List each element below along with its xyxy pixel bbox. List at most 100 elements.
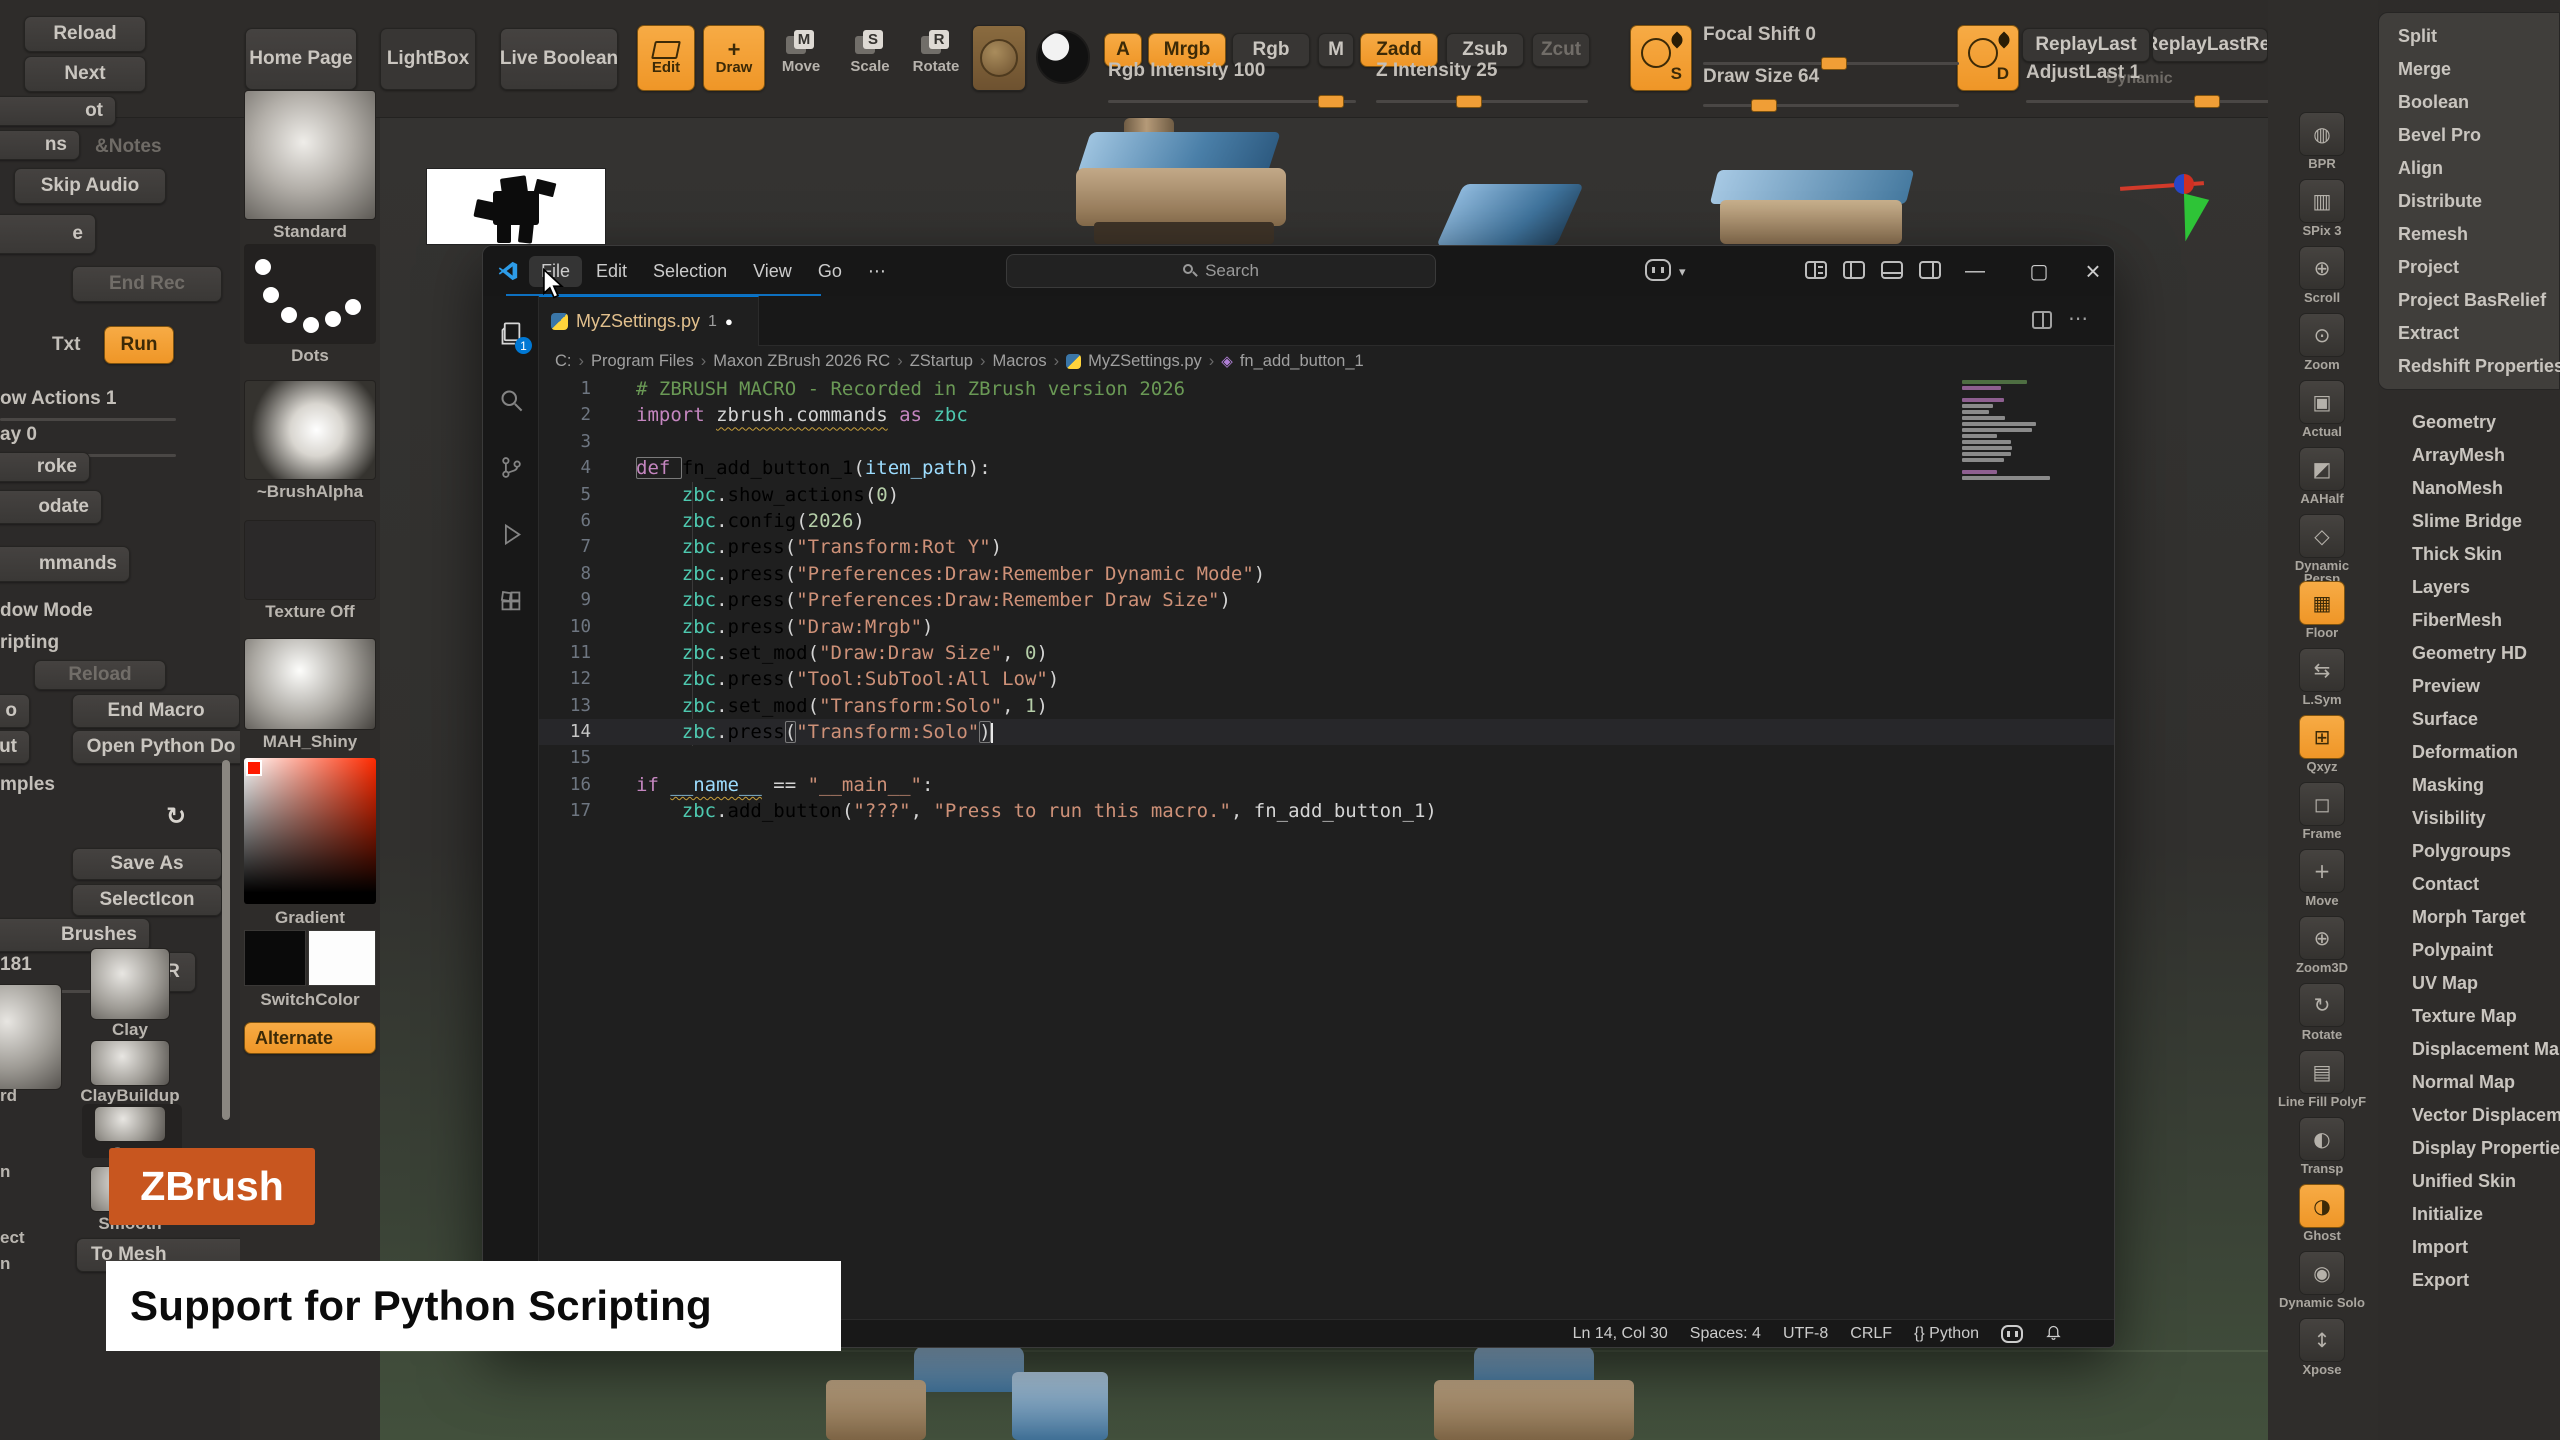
menu-item-bevel-pro[interactable]: Bevel Pro [2398, 125, 2481, 146]
brush-thumb-claybuildup[interactable] [90, 1040, 170, 1086]
shelf-zoom[interactable]: ⊙Zoom [2276, 313, 2368, 371]
close-button[interactable]: × [2071, 246, 2115, 296]
menu-go[interactable]: Go [806, 256, 854, 287]
left-button-skip-audio[interactable]: Skip Audio [14, 168, 166, 204]
brush-thumb-partial[interactable] [0, 984, 62, 1090]
left-button-save-as[interactable]: Save As [72, 848, 222, 880]
toggle-sidebar-icon[interactable] [1843, 261, 1865, 279]
left-button-roke[interactable]: roke [0, 452, 90, 482]
menu-edit[interactable]: Edit [584, 256, 639, 287]
status-crlf[interactable]: CRLF [1850, 1325, 1892, 1343]
rgb-intensity-slider-handle[interactable] [1318, 95, 1344, 108]
menu-item-project-basrelief[interactable]: Project BasRelief [2398, 290, 2546, 311]
color-picker-marker[interactable] [246, 760, 262, 776]
shelf-transp[interactable]: ◐Transp [2276, 1117, 2368, 1175]
left-button-e[interactable]: e [0, 214, 96, 254]
menu-item-displacement-map[interactable]: Displacement Map [2412, 1039, 2560, 1060]
replay-last-rel-button[interactable]: ReplayLastRel [2152, 28, 2268, 62]
toggle-panel-icon[interactable] [1881, 261, 1903, 279]
left-button-run[interactable]: Run [104, 326, 174, 364]
z-intensity-slider[interactable] [1376, 100, 1588, 103]
menu-item-normal-map[interactable]: Normal Map [2412, 1072, 2515, 1093]
live-boolean-button[interactable]: Live Boolean [500, 28, 618, 90]
m-toggle-button[interactable]: M [1318, 33, 1354, 67]
robot-thumbnail[interactable] [426, 168, 606, 245]
menu-item-slime-bridge[interactable]: Slime Bridge [2412, 511, 2522, 532]
adjust-last-slider-handle[interactable] [2194, 95, 2220, 108]
menu-item-import[interactable]: Import [2412, 1237, 2468, 1258]
left-button-reload[interactable]: Reload [24, 16, 146, 52]
breadcrumb-item[interactable]: ZStartup [910, 352, 973, 371]
editor-actions-more-icon[interactable]: ⋯ [2068, 306, 2088, 331]
search-box[interactable]: Search [1006, 254, 1436, 288]
replay-last-button[interactable]: ReplayLast [2022, 28, 2150, 62]
code-line-15[interactable]: 15 [539, 745, 2114, 771]
menu-item-boolean[interactable]: Boolean [2398, 92, 2469, 113]
menu-item-unified-skin[interactable]: Unified Skin [2412, 1171, 2516, 1192]
menu-item-remesh[interactable]: Remesh [2398, 224, 2468, 245]
shelf-bpr[interactable]: ◍BPR [2276, 112, 2368, 170]
menu-item-distribute[interactable]: Distribute [2398, 191, 2482, 212]
rotate-mode-button[interactable]: RRotate [908, 30, 964, 75]
code-line-7[interactable]: 7 zbc.press("Transform:Rot Y") [539, 534, 2114, 560]
run-debug-icon[interactable] [492, 515, 530, 553]
code-line-16[interactable]: 16if __name__ == "__main__": [539, 772, 2114, 798]
switch-color-white[interactable] [308, 930, 376, 986]
menu-item-geometry[interactable]: Geometry [2412, 412, 2496, 433]
code-line-14[interactable]: 14 zbc.press("Transform:Solo") [539, 719, 2114, 745]
menu-item-initialize[interactable]: Initialize [2412, 1204, 2483, 1225]
code-line-5[interactable]: 5 zbc.show_actions(0) [539, 482, 2114, 508]
menu-item-align[interactable]: Align [2398, 158, 2443, 179]
shelf-dynamic-persp[interactable]: ◇Dynamic Persp [2276, 514, 2368, 585]
focal-shift-slider-handle[interactable] [1821, 57, 1847, 70]
left-button-ns[interactable]: ns [0, 130, 80, 160]
breadcrumb-item[interactable]: Macros [992, 352, 1046, 371]
menu-item-visibility[interactable]: Visibility [2412, 808, 2486, 829]
brush-thumb-blob[interactable] [244, 380, 376, 480]
status-ln-14-col-30[interactable]: Ln 14, Col 30 [1573, 1325, 1668, 1343]
brush-thumb-off[interactable] [244, 520, 376, 600]
shelf-frame[interactable]: ◻Frame [2276, 782, 2368, 840]
left-button-reload[interactable]: Reload [34, 660, 166, 690]
maximize-button[interactable]: ▢ [2017, 246, 2061, 296]
tab-myzsettings[interactable]: MyZSettings.py 1 ● [539, 296, 759, 346]
shelf-zoom3d[interactable]: ⊕Zoom3D [2276, 916, 2368, 974]
menu-item-fibermesh[interactable]: FiberMesh [2412, 610, 2502, 631]
left-button-odate[interactable]: odate [0, 490, 102, 524]
source-control-icon[interactable] [492, 448, 530, 486]
customize-layout-icon[interactable] [1805, 261, 1827, 279]
alternate-button[interactable]: Alternate [244, 1022, 376, 1054]
left-button-selecticon[interactable]: SelectIcon [72, 884, 222, 916]
code-line-8[interactable]: 8 zbc.press("Preferences:Draw:Remember D… [539, 561, 2114, 587]
brush-thumb-swirl[interactable] [244, 90, 376, 220]
brush-thumb-shiny[interactable] [244, 638, 376, 730]
tab-dirty-dot[interactable]: ● [725, 314, 733, 329]
code-line-10[interactable]: 10 zbc.press("Draw:Mrgb") [539, 614, 2114, 640]
shelf-floor[interactable]: ▦Floor [2276, 581, 2368, 639]
code-line-13[interactable]: 13 zbc.set_mod("Transform:Solo", 1) [539, 693, 2114, 719]
stroke-settings-d-button[interactable]: D [1957, 25, 2019, 91]
extensions-icon[interactable] [492, 582, 530, 620]
shelf-rotate[interactable]: ↻Rotate [2276, 983, 2368, 1041]
code-line-12[interactable]: 12 zbc.press("Tool:SubTool:All Low") [539, 666, 2114, 692]
stroke-settings-s-button[interactable]: S [1630, 25, 1692, 91]
left-button-end-rec[interactable]: End Rec [72, 266, 222, 302]
shelf-actual[interactable]: ▣Actual [2276, 380, 2368, 438]
menu-item-extract[interactable]: Extract [2398, 323, 2459, 344]
breadcrumb-item[interactable]: Program Files [591, 352, 694, 371]
breadcrumb[interactable]: C:›Program Files›Maxon ZBrush 2026 RC›ZS… [539, 346, 2114, 376]
menu-item-project[interactable]: Project [2398, 257, 2459, 278]
breadcrumb-item[interactable]: MyZSettings.py [1088, 352, 1202, 371]
code-line-2[interactable]: 2import zbrush.commands as zbc [539, 402, 2114, 428]
left-slider-ay-0[interactable]: ay 0 [0, 424, 37, 446]
search-sidebar-icon[interactable] [492, 381, 530, 419]
zcut-button[interactable]: Zcut [1532, 33, 1590, 67]
status-spaces-4[interactable]: Spaces: 4 [1690, 1325, 1761, 1343]
edit-mode-button[interactable]: Edit [637, 25, 695, 91]
menu-item-morph-target[interactable]: Morph Target [2412, 907, 2526, 928]
menu-item-contact[interactable]: Contact [2412, 874, 2479, 895]
left-button-brushes[interactable]: Brushes [0, 918, 150, 952]
menu-view[interactable]: View [741, 256, 804, 287]
menu-more[interactable]: ⋯ [856, 256, 898, 287]
shelf-l-sym[interactable]: ⇆L.Sym [2276, 648, 2368, 706]
